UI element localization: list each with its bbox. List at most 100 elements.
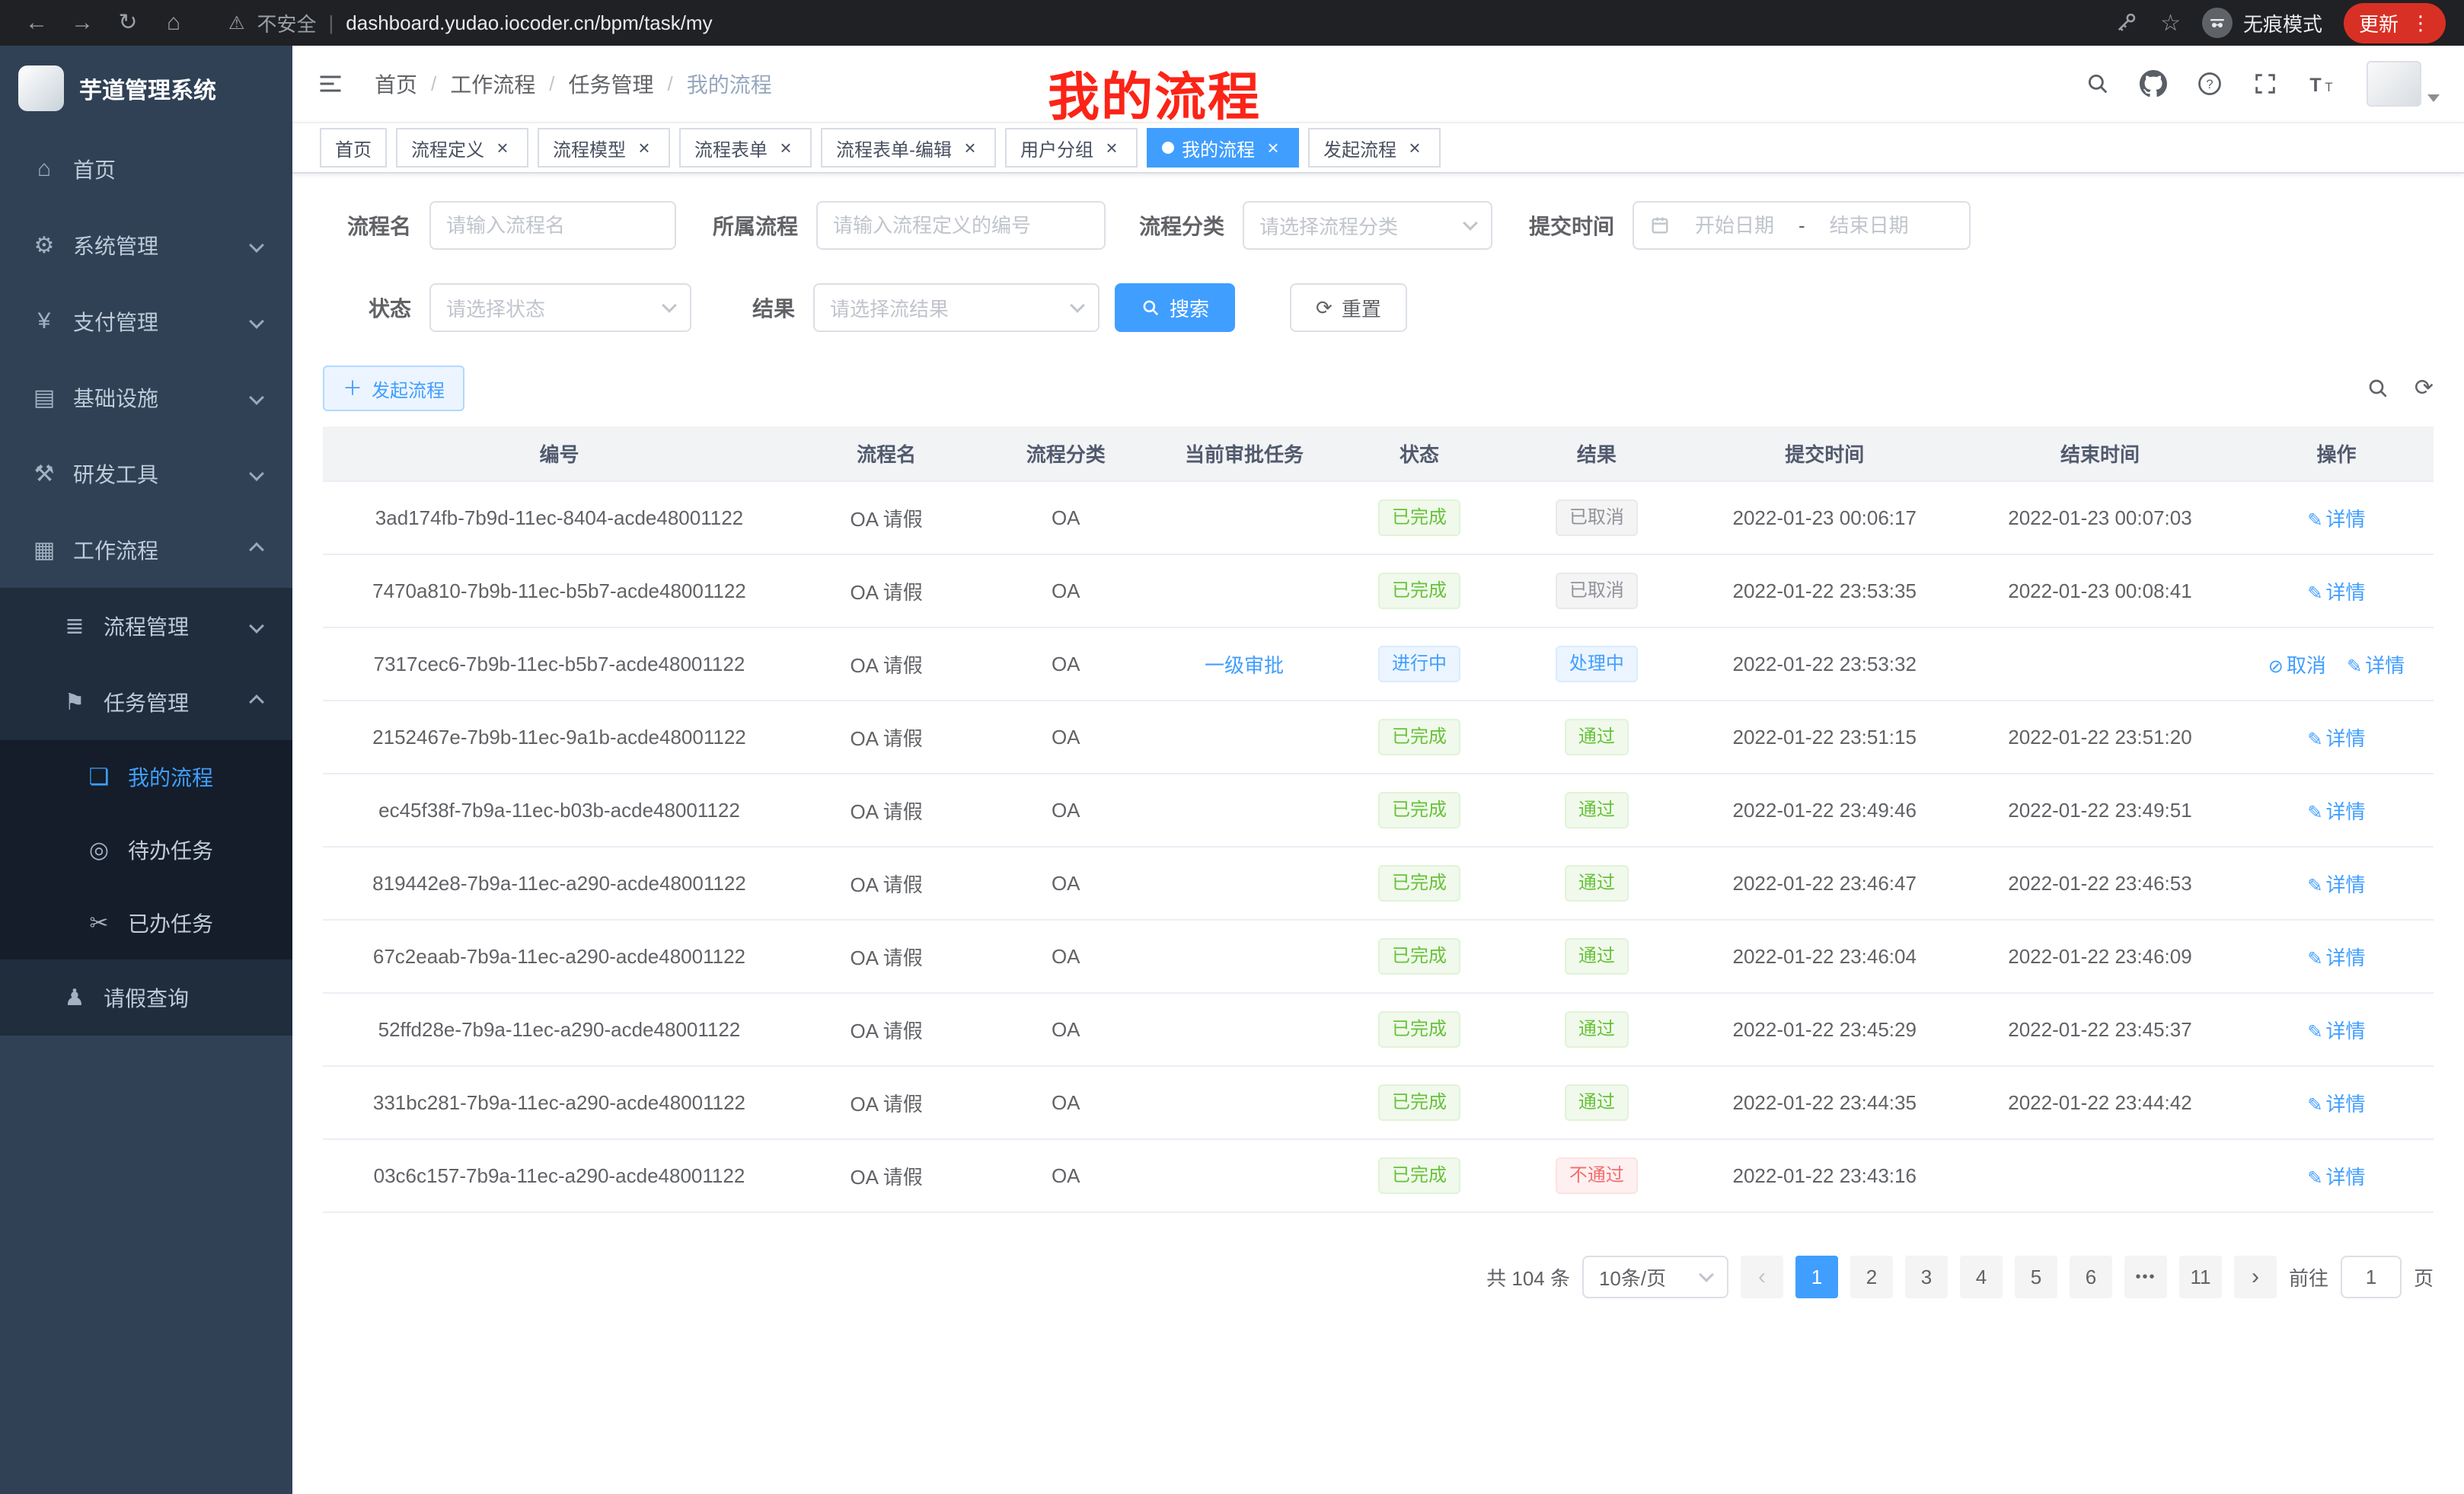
tab-close-icon[interactable]: × [1101, 137, 1122, 158]
category-select[interactable]: 请选择流程分类 [1243, 201, 1492, 250]
more-pages-button[interactable]: ••• [2124, 1256, 2167, 1298]
reload-icon[interactable]: ↻ [110, 11, 146, 34]
goto-page-input[interactable] [2341, 1256, 2402, 1298]
sidebar-item-process-mgmt[interactable]: ≣ 流程管理 [0, 588, 292, 664]
page-button-4[interactable]: 4 [1960, 1256, 2003, 1298]
table-row[interactable]: 7470a810-7b9b-11ec-b5b7-acde48001122 OA … [323, 554, 2434, 627]
detail-action-link[interactable]: ✎详情 [2307, 1166, 2365, 1189]
prev-page-button[interactable]: ‹ [1741, 1256, 1783, 1298]
github-icon[interactable] [2140, 70, 2167, 97]
tab-close-icon[interactable]: × [775, 137, 796, 158]
process-name-field[interactable] [429, 201, 676, 250]
start-date-input[interactable] [1680, 214, 1789, 238]
home-icon[interactable]: ⌂ [155, 11, 192, 34]
sidebar-item-infra[interactable]: ▤ 基础设施 [0, 359, 292, 436]
detail-action-link[interactable]: ✎详情 [2347, 654, 2405, 677]
tab-close-icon[interactable]: × [959, 137, 981, 158]
table-row[interactable]: 819442e8-7b9a-11ec-a290-acde48001122 OA … [323, 847, 2434, 920]
tab-close-icon[interactable]: × [492, 137, 513, 158]
toggle-search-icon[interactable] [2366, 376, 2390, 401]
create-process-button[interactable]: ＋ 发起流程 [323, 366, 464, 411]
sidebar-item-todo-tasks[interactable]: ◎ 待办任务 [0, 813, 292, 886]
collapse-menu-icon[interactable] [317, 70, 344, 97]
tab-流程表单[interactable]: 流程表单× [679, 128, 812, 168]
sidebar-item-home[interactable]: ⌂ 首页 [0, 131, 292, 207]
breadcrumb-home[interactable]: 首页 [375, 69, 417, 99]
detail-action-link[interactable]: ✎详情 [2307, 1093, 2365, 1116]
page-button-6[interactable]: 6 [2070, 1256, 2112, 1298]
status-select[interactable]: 请选择状态 [429, 283, 691, 332]
bookmark-star-icon[interactable]: ☆ [2160, 10, 2181, 37]
app-logo[interactable]: 芋道管理系统 [0, 46, 292, 131]
sidebar-item-payment[interactable]: ¥ 支付管理 [0, 283, 292, 359]
back-icon[interactable]: ← [18, 11, 55, 34]
process-definition-input[interactable] [833, 214, 1089, 238]
detail-action-link[interactable]: ✎详情 [2307, 727, 2365, 750]
page-button-2[interactable]: 2 [1850, 1256, 1893, 1298]
submit-time-range-picker[interactable]: - [1633, 201, 1971, 250]
sidebar-item-my-processes[interactable]: ❏ 我的流程 [0, 740, 292, 813]
next-page-button[interactable]: › [2234, 1256, 2277, 1298]
tab-用户分组[interactable]: 用户分组× [1005, 128, 1138, 168]
incognito-badge[interactable]: 无痕模式 [2202, 8, 2322, 38]
table-row[interactable]: 331bc281-7b9a-11ec-a290-acde48001122 OA … [323, 1066, 2434, 1139]
sidebar-item-workflow[interactable]: ▦ 工作流程 [0, 512, 292, 588]
detail-action-link[interactable]: ✎详情 [2307, 800, 2365, 823]
chrome-menu-icon[interactable]: ⋮ [2411, 11, 2430, 35]
tab-close-icon[interactable]: × [634, 137, 655, 158]
table-row[interactable]: 2152467e-7b9b-11ec-9a1b-acde48001122 OA … [323, 701, 2434, 774]
tab-发起流程[interactable]: 发起流程× [1308, 128, 1441, 168]
tab-close-icon[interactable]: × [1404, 137, 1425, 158]
detail-action-link[interactable]: ✎详情 [2307, 947, 2365, 969]
table-row[interactable]: 52ffd28e-7b9a-11ec-a290-acde48001122 OA … [323, 993, 2434, 1066]
search-icon[interactable] [2085, 71, 2111, 97]
table-row[interactable]: 67c2eaab-7b9a-11ec-a290-acde48001122 OA … [323, 920, 2434, 993]
tab-流程定义[interactable]: 流程定义× [396, 128, 528, 168]
current-task-link[interactable]: 一级审批 [1205, 654, 1284, 677]
tab-首页[interactable]: 首页 [320, 128, 387, 168]
password-key-icon[interactable] [2113, 10, 2139, 36]
sidebar-item-task-mgmt[interactable]: ⚑ 任务管理 [0, 664, 292, 740]
table-row[interactable]: 7317cec6-7b9b-11ec-b5b7-acde48001122 OA … [323, 627, 2434, 701]
row-process-name: OA 请假 [796, 774, 977, 847]
page-button-3[interactable]: 3 [1905, 1256, 1948, 1298]
table-row[interactable]: 03c6c157-7b9a-11ec-a290-acde48001122 OA … [323, 1139, 2434, 1212]
search-button[interactable]: 搜索 [1115, 283, 1235, 332]
page-button-11[interactable]: 11 [2179, 1256, 2222, 1298]
user-avatar-menu[interactable] [2367, 61, 2440, 107]
tab-流程表单-编辑[interactable]: 流程表单-编辑× [821, 128, 996, 168]
goto-suffix: 页 [2414, 1263, 2434, 1291]
tab-close-icon[interactable]: × [1262, 137, 1284, 158]
detail-action-link[interactable]: ✎详情 [2307, 1020, 2365, 1042]
page-size-select[interactable]: 10条/页 [1582, 1256, 1728, 1298]
refresh-table-icon[interactable]: ⟳ [2415, 377, 2434, 400]
forward-icon[interactable]: → [64, 11, 101, 34]
page-button-1[interactable]: 1 [1795, 1256, 1838, 1298]
process-definition-field[interactable] [816, 201, 1106, 250]
process-name-input[interactable] [446, 214, 659, 238]
tab-流程模型[interactable]: 流程模型× [538, 128, 670, 168]
table-row[interactable]: ec45f38f-7b9a-11ec-b03b-acde48001122 OA … [323, 774, 2434, 847]
sidebar-item-system[interactable]: ⚙ 系统管理 [0, 207, 292, 283]
result-select[interactable]: 请选择流结果 [813, 283, 1100, 332]
detail-action-link[interactable]: ✎详情 [2307, 508, 2365, 531]
update-button[interactable]: 更新 ⋮ [2344, 3, 2446, 43]
address-bar[interactable]: ⚠ 不安全 | dashboard.yudao.iocoder.cn/bpm/t… [228, 9, 713, 37]
help-icon[interactable]: ? [2196, 70, 2223, 97]
tab-我的流程[interactable]: 我的流程× [1147, 128, 1299, 168]
end-date-input[interactable] [1814, 214, 1924, 238]
breadcrumb-task-mgmt[interactable]: 任务管理 [569, 69, 654, 99]
font-size-icon[interactable]: TT [2307, 70, 2338, 97]
detail-action-link[interactable]: ✎详情 [2307, 873, 2365, 896]
fullscreen-icon[interactable] [2252, 71, 2278, 97]
table-row[interactable]: 3ad174fb-7b9d-11ec-8404-acde48001122 OA … [323, 481, 2434, 554]
page-button-5[interactable]: 5 [2015, 1256, 2057, 1298]
row-category: OA [977, 554, 1154, 627]
sidebar-item-leave-query[interactable]: ♟ 请假查询 [0, 959, 292, 1036]
reset-button[interactable]: ⟳ 重置 [1290, 283, 1407, 332]
detail-action-link[interactable]: ✎详情 [2307, 581, 2365, 604]
sidebar-item-done-tasks[interactable]: ✂ 已办任务 [0, 886, 292, 959]
breadcrumb-workflow[interactable]: 工作流程 [450, 69, 535, 99]
cancel-action-link[interactable]: ⊘取消 [2268, 654, 2326, 677]
sidebar-item-devtools[interactable]: ⚒ 研发工具 [0, 436, 292, 512]
